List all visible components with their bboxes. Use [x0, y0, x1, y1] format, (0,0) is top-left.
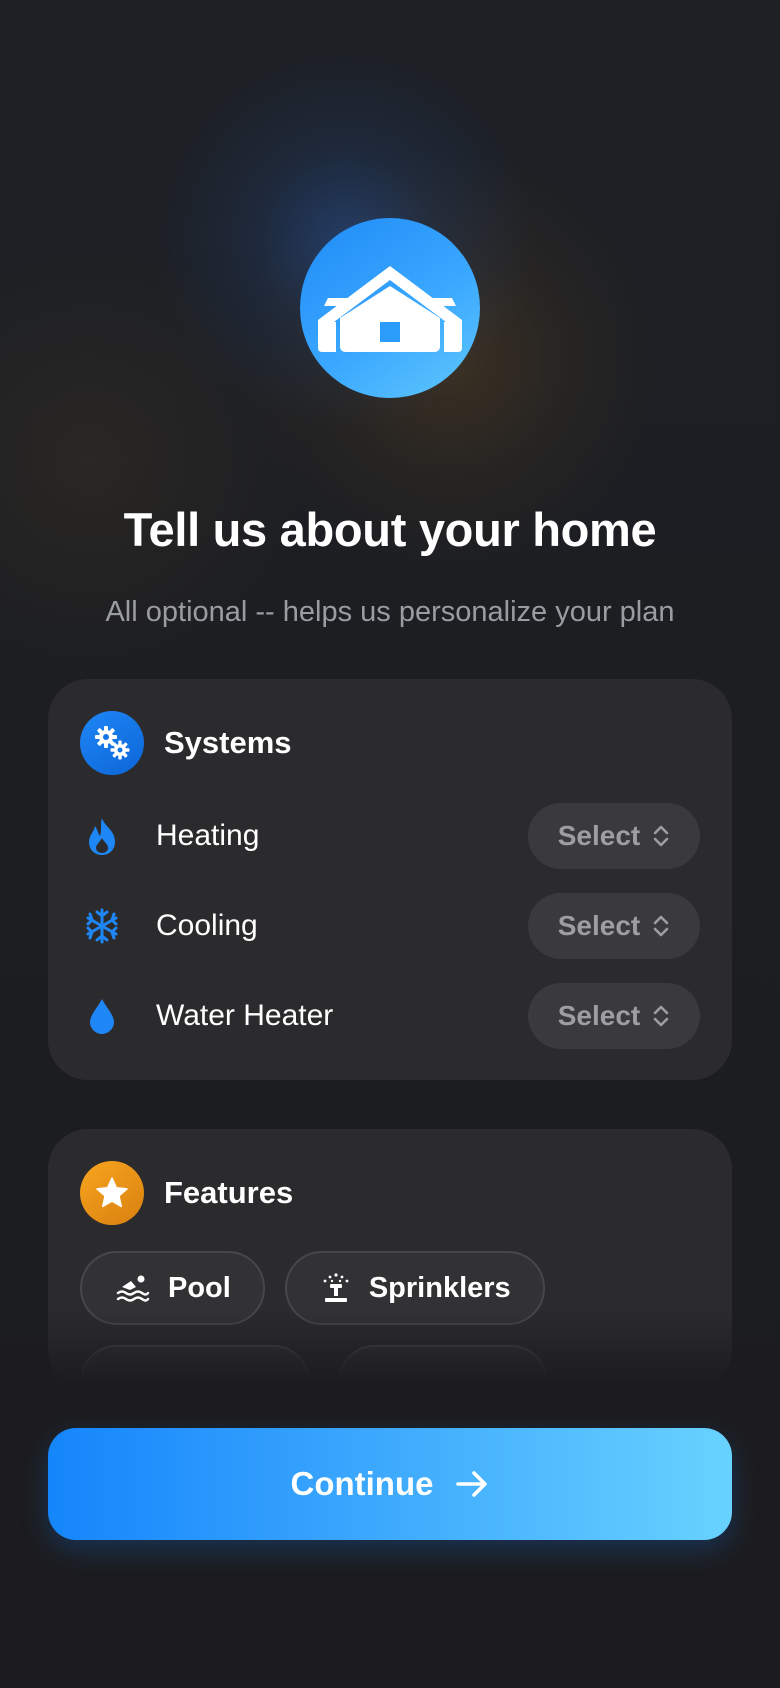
systems-card: Systems Heating Select Cooling Select Wa…	[48, 679, 732, 1080]
water-heater-select-button[interactable]: Select	[528, 983, 700, 1049]
heating-select-button[interactable]: Select	[528, 803, 700, 869]
chevron-updown-icon	[653, 1005, 669, 1027]
features-badge	[80, 1161, 144, 1225]
house-icon	[318, 266, 462, 352]
chip-label: Pool	[168, 1271, 231, 1304]
systems-badge	[80, 711, 144, 775]
arrow-right-icon	[456, 1471, 488, 1497]
hero-house-badge	[300, 218, 480, 398]
page-subtitle: All optional -- helps us personalize you…	[105, 596, 675, 628]
system-label: Heating	[156, 819, 260, 852]
chevron-updown-icon	[653, 915, 669, 937]
star-icon	[96, 1177, 128, 1208]
snowflake-icon	[82, 906, 122, 946]
gears-icon	[95, 726, 130, 760]
system-label: Water Heater	[156, 999, 334, 1032]
sprinkler-icon	[323, 1273, 349, 1302]
system-row-heating: Heating Select	[80, 803, 700, 869]
chevron-updown-icon	[653, 825, 669, 847]
continue-label: Continue	[290, 1465, 434, 1502]
swimmer-icon	[116, 1275, 150, 1302]
select-label: Select	[557, 1000, 641, 1031]
features-title: Features	[164, 1175, 294, 1210]
select-label: Select	[557, 820, 641, 851]
continue-button[interactable]: Continue	[48, 1428, 732, 1540]
features-header: Features	[80, 1161, 293, 1225]
chip-label: Sprinklers	[368, 1271, 511, 1304]
system-row-water-heater: Water Heater Select	[80, 983, 700, 1049]
cooling-select-button[interactable]: Select	[528, 893, 700, 959]
systems-header: Systems	[80, 711, 292, 775]
system-label: Cooling	[156, 909, 258, 942]
flame-icon	[82, 816, 122, 856]
select-label: Select	[557, 910, 641, 941]
systems-title: Systems	[164, 725, 292, 760]
water-drop-icon	[82, 996, 122, 1036]
page-title: Tell us about your home	[123, 503, 657, 556]
system-row-cooling: Cooling Select	[80, 893, 700, 959]
